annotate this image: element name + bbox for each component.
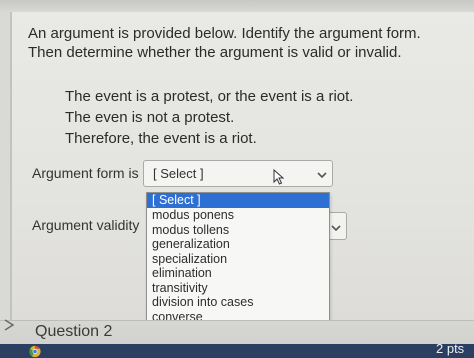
dropdown-option-division-into-cases[interactable]: division into cases xyxy=(147,295,329,310)
question-points: 2 pts xyxy=(436,341,465,356)
mouse-pointer-icon xyxy=(273,168,285,185)
premise-1: The event is a protest, or the event is … xyxy=(65,88,354,105)
conclusion: Therefore, the event is a riot. xyxy=(65,130,257,147)
dropdown-option-modus-tollens[interactable]: modus tollens xyxy=(147,223,329,238)
dropdown-option-transitivity[interactable]: transitivity xyxy=(147,281,329,296)
premise-2: The even is not a protest. xyxy=(65,109,235,126)
question-prompt: An argument is provided below. Identify … xyxy=(28,25,421,61)
argument-form-select-value: [ Select ] xyxy=(153,166,204,181)
dropdown-option-modus-ponens[interactable]: modus ponens xyxy=(147,208,329,223)
argument-form-dropdown-list: [ Select ] modus ponens modus tollens ge… xyxy=(146,192,330,338)
chevron-down-icon xyxy=(317,172,327,179)
question-2-title: Question 2 xyxy=(35,323,113,340)
dropdown-option-specialization[interactable]: specialization xyxy=(147,252,329,267)
dropdown-option-select[interactable]: [ Select ] xyxy=(147,193,329,208)
collapse-arrow-icon[interactable] xyxy=(3,318,15,332)
dropdown-option-generalization[interactable]: generalization xyxy=(147,237,329,252)
chrome-icon[interactable] xyxy=(28,345,42,358)
taskbar xyxy=(0,344,474,358)
argument-form-select[interactable]: [ Select ] xyxy=(143,160,333,187)
argument-form-label: Argument form is xyxy=(32,165,139,181)
dropdown-option-elimination[interactable]: elimination xyxy=(147,266,329,281)
argument-premises: The event is a protest, or the event is … xyxy=(65,86,353,149)
argument-validity-label: Argument validity xyxy=(32,217,140,233)
chevron-down-icon xyxy=(331,225,341,232)
